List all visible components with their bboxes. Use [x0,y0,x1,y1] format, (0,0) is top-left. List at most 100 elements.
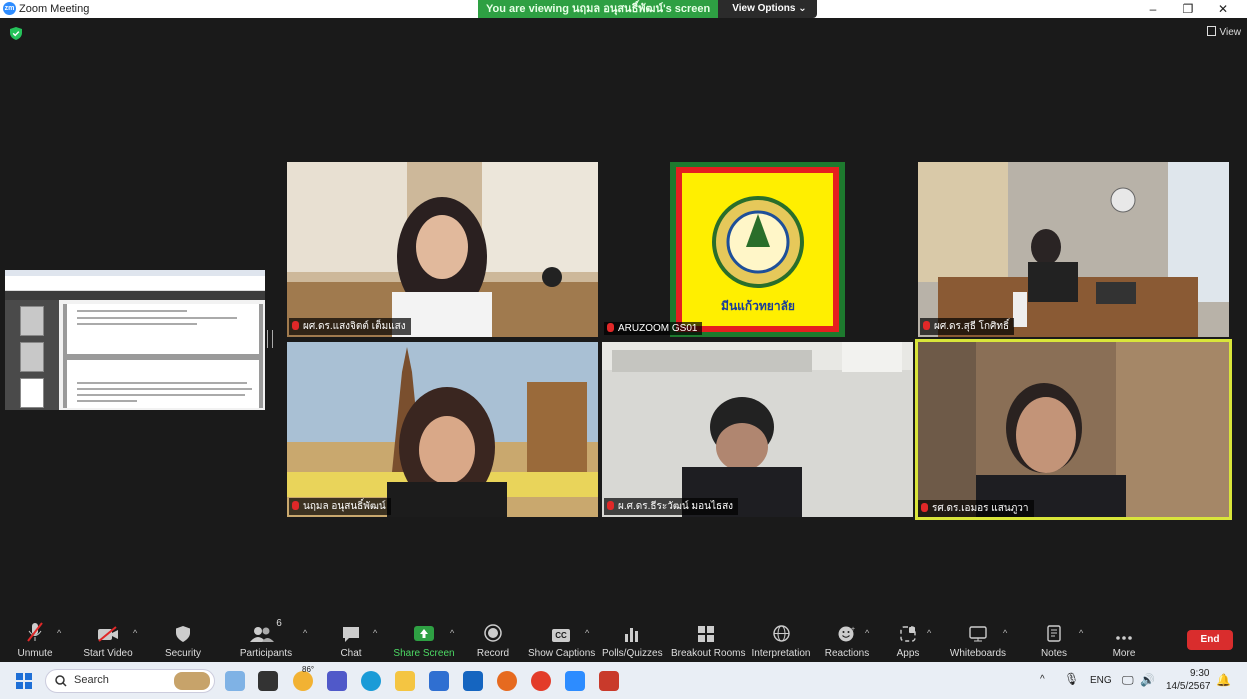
apps-label: Apps [896,648,920,659]
participant-name: นฤมล อนุสนธิ์พัฒน์ [303,501,386,512]
mail-icon[interactable] [463,671,483,691]
store-icon[interactable] [429,671,449,691]
notes-button[interactable]: Notes [1036,618,1072,662]
captions-options-caret[interactable]: ^ [585,628,589,638]
whiteboards-button[interactable]: Whiteboards [948,618,1008,662]
close-button[interactable]: ✕ [1213,1,1233,17]
view-label: View [1219,27,1242,38]
video-off-icon [98,626,118,642]
unmute-label: Unmute [17,648,53,659]
more-button[interactable]: More [1106,618,1142,662]
polls-icon [625,628,638,642]
start-video-button[interactable]: Start Video [80,618,136,662]
reactions-button[interactable]: + Reactions [824,618,870,662]
whiteboards-options-caret[interactable]: ^ [1003,628,1007,638]
view-options-button[interactable]: View Options ⌄ [718,0,817,18]
participant-name: รศ.ดร.เอมอร แสนภูวา [932,503,1029,514]
window-title: Zoom Meeting [19,3,90,15]
panel-splitter-handle[interactable] [267,330,273,348]
video-tile[interactable]: ผศ.ดร.สุธี โกศิทธิ์ [918,162,1229,337]
video-tile[interactable]: ผ.ศ.ดร.ธีระวัฒน์ มอนไธสง [602,342,913,517]
notification-bell-icon[interactable]: 🔔 [1216,673,1231,687]
globe-icon [772,625,790,642]
apps-options-caret[interactable]: ^ [927,628,931,638]
unmute-button[interactable]: Unmute [12,618,58,662]
participant-video [916,340,1231,519]
security-label: Security [164,648,202,659]
page-thumbnail [20,378,44,408]
clock-date[interactable]: 14/5/2567 [1166,681,1211,692]
view-options-label: View Options [732,3,796,14]
video-tile[interactable]: นฤมล อนุสนธิ์พัฒน์ [287,342,598,517]
interpretation-button[interactable]: Interpretation [750,618,812,662]
reactions-icon: + [838,626,855,642]
language-indicator[interactable]: ENG [1090,675,1112,686]
chat-label: Chat [340,648,362,659]
video-tile-active-speaker[interactable]: รศ.ดร.เอมอร แสนภูวา [915,339,1232,520]
minimize-button[interactable]: – [1143,1,1163,17]
shared-screen-view[interactable] [5,270,265,410]
shared-screen-pdf-toolbar [5,291,265,300]
shield-icon [176,626,190,642]
video-tile[interactable]: ผศ.ดร.แสงจิตต์ เต็มแสง [287,162,598,337]
notes-label: Notes [1040,648,1068,659]
weather-icon[interactable] [293,671,313,691]
show-captions-button[interactable]: CC Show Captions [528,618,595,662]
chat-button[interactable]: Chat [333,618,369,662]
participant-video [287,342,598,517]
video-tile[interactable]: มีนแก้วทยาลัย ARUZOOM GS01 [602,162,913,337]
notes-options-caret[interactable]: ^ [1079,628,1083,638]
audio-options-caret[interactable]: ^ [57,628,61,638]
chrome-icon[interactable] [531,671,551,691]
record-icon [484,624,502,642]
shared-screen-address-bar [5,276,265,291]
record-button[interactable]: Record [472,618,514,662]
file-explorer-icon[interactable] [395,671,415,691]
participants-button[interactable]: 6 Participants [236,618,296,662]
breakout-rooms-button[interactable]: Breakout Rooms [671,618,745,662]
participants-options-caret[interactable]: ^ [303,628,307,638]
end-meeting-button[interactable]: End [1187,630,1233,650]
teams-icon[interactable] [327,671,347,691]
share-screen-label: Share Screen [393,648,455,659]
share-screen-button[interactable]: Share Screen [393,618,455,662]
apps-button[interactable]: Apps [890,618,926,662]
mic-tray-icon[interactable]: 🎙 [1064,672,1079,686]
viewing-banner-text: You are viewing นฤมล อนุสนธิ์พัฒน์'s scr… [478,0,719,18]
logo-text: มีนแก้วทยาลัย [721,299,795,313]
muted-mic-icon [607,501,614,510]
chevron-up-icon[interactable]: ^ [1040,674,1045,685]
view-button[interactable]: View [1206,26,1242,38]
security-button[interactable]: Security [160,618,206,662]
page-thumbnail [20,306,44,336]
muted-mic-icon [923,321,930,330]
participant-logo: มีนแก้วทยาลัย [670,162,845,337]
reactions-options-caret[interactable]: ^ [865,628,869,638]
maximize-button[interactable]: ❐ [1178,1,1198,17]
participant-name: ผ.ศ.ดร.ธีระวัฒน์ มอนไธสง [618,501,734,512]
muted-mic-icon [921,503,928,512]
edge-icon[interactable] [361,671,381,691]
copilot-icon[interactable] [225,671,245,691]
firefox-icon[interactable] [497,671,517,691]
clock-time[interactable]: 9:30 [1190,668,1209,679]
task-view-icon[interactable] [258,671,278,691]
polls-button[interactable]: Polls/Quizzes [602,618,663,662]
video-options-caret[interactable]: ^ [133,628,137,638]
share-options-caret[interactable]: ^ [450,628,454,638]
participant-video [287,162,598,337]
search-highlight-image [174,672,210,690]
chat-options-caret[interactable]: ^ [373,628,377,638]
zoom-taskbar-icon[interactable] [565,671,585,691]
shield-icon[interactable] [10,27,22,40]
participant-name: ผศ.ดร.แสงจิตต์ เต็มแสง [303,321,406,332]
pdf-reader-icon[interactable] [599,671,619,691]
taskbar-search[interactable]: Search [45,669,215,693]
document-page [67,304,259,354]
muted-mic-icon [27,622,43,642]
participant-name: ARUZOOM GS01 [618,323,698,334]
volume-icon[interactable]: 🔊 [1140,673,1155,687]
windows-start-icon[interactable] [16,673,32,689]
search-icon [55,675,67,687]
network-icon[interactable]: 🖵 [1122,673,1134,688]
